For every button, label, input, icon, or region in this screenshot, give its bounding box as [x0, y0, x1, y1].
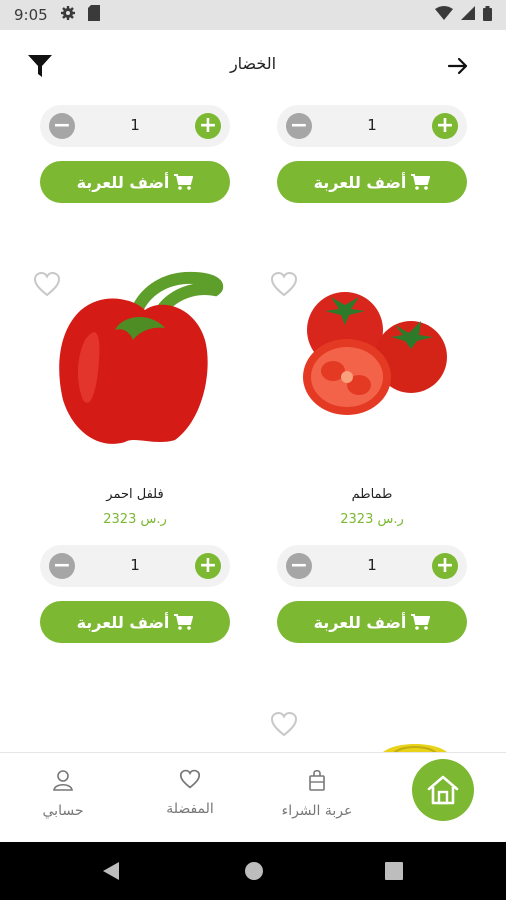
settings-icon [60, 5, 76, 25]
add-to-cart-button[interactable]: أضف للعربة [277, 161, 467, 203]
quantity-value: 1 [130, 116, 140, 134]
decrease-button[interactable]: − [286, 553, 312, 579]
home-button[interactable] [412, 759, 474, 821]
battery-icon [483, 5, 492, 25]
wifi-icon [435, 6, 453, 24]
add-to-cart-label: أضف للعربة [313, 612, 407, 632]
product-name: طماطم [351, 487, 393, 502]
status-bar: 9:05 [0, 0, 506, 30]
quantity-stepper: − 1 + [277, 545, 467, 587]
nav-label-account: حسابي [42, 803, 84, 819]
user-icon [53, 770, 73, 791]
system-navigation-bar [0, 842, 506, 900]
arrow-right-icon [447, 57, 468, 75]
product-image-red-pepper[interactable] [55, 270, 225, 450]
quantity-stepper: − 1 + [40, 105, 230, 147]
recents-square-icon [385, 862, 403, 880]
favorite-button[interactable] [270, 271, 298, 297]
favorite-button[interactable] [270, 711, 298, 737]
add-to-cart-label: أضف للعربة [313, 172, 407, 192]
back-triangle-icon [103, 862, 119, 880]
add-to-cart-button[interactable]: أضف للعربة [40, 161, 230, 203]
heart-icon [270, 711, 298, 737]
status-time: 9:05 [14, 6, 48, 24]
increase-button[interactable]: + [195, 113, 221, 139]
cart-icon [173, 614, 194, 630]
quantity-value: 1 [367, 116, 377, 134]
heart-outline-icon [179, 769, 201, 789]
product-name: فلفل احمر [106, 487, 164, 502]
product-image-tomato[interactable] [295, 285, 455, 425]
back-nav-button[interactable] [101, 861, 121, 885]
quantity-stepper: − 1 + [40, 545, 230, 587]
recents-nav-button[interactable] [385, 862, 403, 884]
nav-item-cart[interactable]: عربة الشراء [262, 769, 372, 819]
heart-icon [270, 271, 298, 297]
quantity-stepper: − 1 + [277, 105, 467, 147]
nav-label-favorites: المفضلة [166, 801, 214, 817]
home-circle-icon [245, 862, 263, 880]
screen: 9:05 الخضار − 1 + − 1 + أضف للعربة أضف ل… [0, 0, 506, 900]
bottom-navigation: حسابي المفضلة عربة الشراء [0, 752, 506, 842]
increase-button[interactable]: + [432, 113, 458, 139]
app-bar: الخضار [0, 40, 506, 92]
nav-item-account[interactable]: حسابي [8, 769, 118, 819]
decrease-button[interactable]: − [49, 113, 75, 139]
add-to-cart-button[interactable]: أضف للعربة [40, 601, 230, 643]
product-price: 2323 ر.س [340, 512, 404, 527]
decrease-button[interactable]: − [49, 553, 75, 579]
nav-label-cart: عربة الشراء [281, 803, 353, 819]
increase-button[interactable]: + [195, 553, 221, 579]
decrease-button[interactable]: − [286, 113, 312, 139]
sd-card-icon [87, 5, 100, 25]
quantity-value: 1 [367, 556, 377, 574]
cart-icon [410, 174, 431, 190]
product-price: 2323 ر.س [103, 512, 167, 527]
nav-item-favorites[interactable]: المفضلة [135, 769, 245, 817]
home-icon [427, 775, 459, 805]
product-image-banana[interactable] [380, 738, 450, 754]
quantity-value: 1 [130, 556, 140, 574]
cart-icon [410, 614, 431, 630]
page-title: الخضار [229, 54, 277, 73]
home-nav-button[interactable] [244, 861, 264, 885]
shopping-bag-icon [309, 769, 325, 791]
increase-button[interactable]: + [432, 553, 458, 579]
back-button[interactable] [444, 52, 472, 80]
add-to-cart-button[interactable]: أضف للعربة [277, 601, 467, 643]
add-to-cart-label: أضف للعربة [76, 612, 170, 632]
cart-icon [173, 174, 194, 190]
signal-icon [461, 6, 475, 24]
add-to-cart-label: أضف للعربة [76, 172, 170, 192]
